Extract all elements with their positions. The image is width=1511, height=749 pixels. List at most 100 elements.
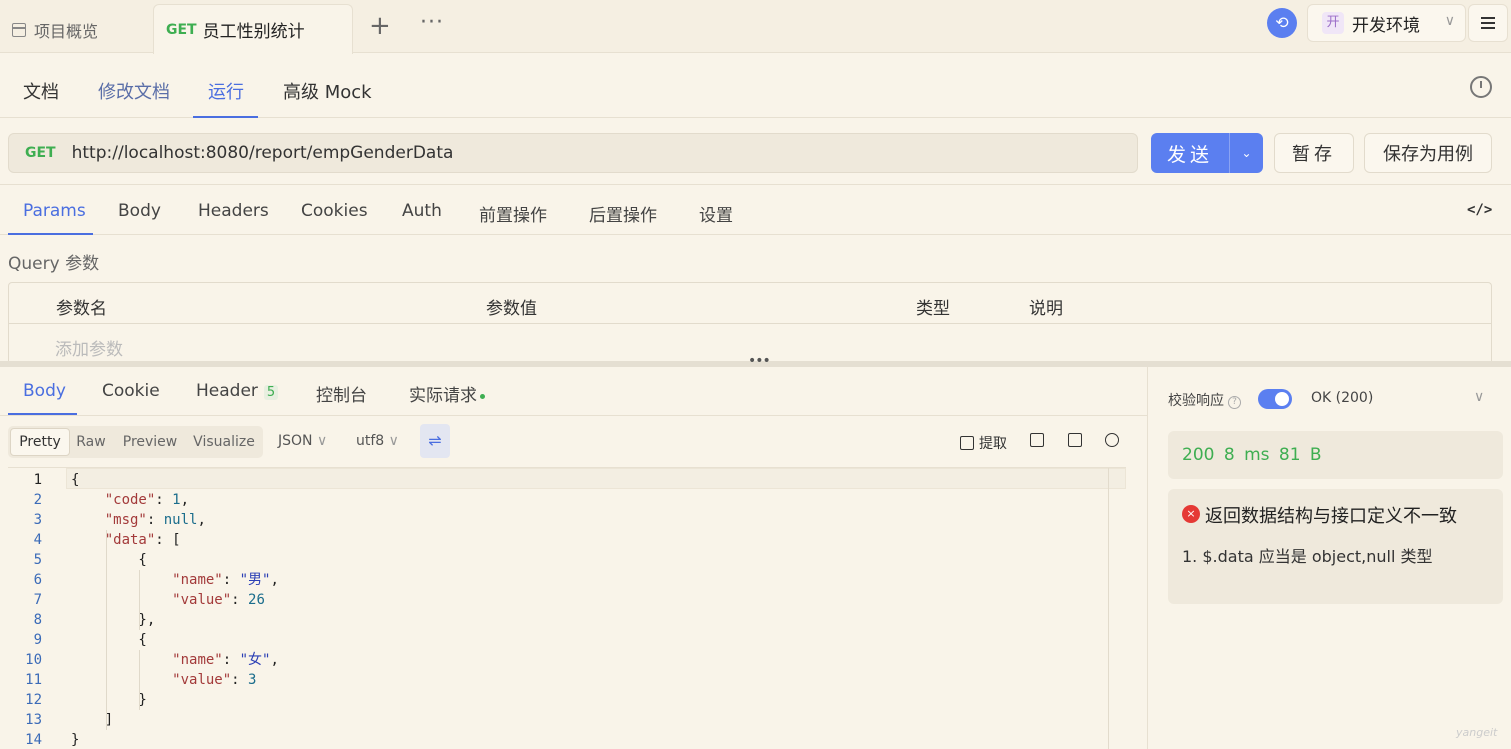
tab-employee-gender-stats[interactable]: GET 员工性别统计	[153, 4, 353, 54]
code-line: 13 ]	[8, 710, 1108, 730]
code-line: 2 "code": 1,	[8, 490, 1108, 510]
sync-icon[interactable]: ⟲	[1267, 8, 1297, 38]
tab-project-overview[interactable]: 项目概览	[12, 18, 98, 42]
tab-auth[interactable]: Auth	[402, 201, 442, 221]
extract-button-label: 提取	[979, 436, 1007, 452]
word-wrap-icon[interactable]: ⇌	[420, 424, 450, 458]
code-text: {	[71, 472, 80, 488]
layout-icon	[12, 23, 26, 37]
format-select[interactable]: JSON ∨	[278, 433, 327, 449]
chevron-down-icon[interactable]: ∨	[1474, 389, 1484, 405]
add-param-input[interactable]: 添加参数	[55, 335, 123, 360]
search-icon[interactable]	[1105, 433, 1124, 449]
line-number: 5	[33, 552, 42, 568]
hamburger-menu-button[interactable]	[1468, 4, 1508, 42]
query-params-label: Query 参数	[8, 254, 100, 274]
line-number: 7	[33, 592, 42, 608]
tab-body[interactable]: Body	[118, 201, 161, 221]
url-input[interactable]: GET http://localhost:8080/report/empGend…	[8, 133, 1138, 173]
tab-project-overview-label: 项目概览	[34, 22, 99, 41]
code-line: 7 "value": 26	[8, 590, 1108, 610]
more-tabs-button[interactable]: ···	[420, 10, 444, 35]
send-button-label[interactable]: 发送	[1151, 140, 1229, 167]
watermark: yangeit	[1456, 726, 1498, 739]
indent-guide	[139, 650, 140, 710]
copy-icon[interactable]	[1068, 433, 1087, 449]
response-code-viewer[interactable]: 1{2 "code": 1, 3 "msg": null, 4 "data": [5…	[8, 467, 1126, 749]
tab-headers[interactable]: Headers	[198, 201, 269, 221]
new-tab-button[interactable]: +	[369, 13, 391, 39]
code-text: }	[71, 692, 147, 708]
validate-response-label: 校验响应?	[1168, 390, 1241, 410]
tab-run[interactable]: 运行	[208, 78, 244, 104]
code-line: 9 {	[8, 630, 1108, 650]
temp-save-button[interactable]: 暂存	[1274, 133, 1354, 173]
code-text: }	[71, 732, 80, 748]
code-icon[interactable]: </>	[1467, 202, 1492, 218]
chevron-down-icon: ∨	[1444, 13, 1455, 29]
code-text: },	[71, 612, 156, 628]
code-line: 14}	[8, 730, 1108, 749]
encoding-select[interactable]: utf8 ∨	[356, 433, 399, 449]
code-text: "name": "女",	[172, 652, 279, 668]
code-text: "msg": null,	[104, 512, 206, 528]
help-icon[interactable]: ?	[1228, 396, 1241, 409]
tab-post-script[interactable]: 后置操作	[589, 201, 657, 226]
code-line: 1{	[8, 470, 1108, 490]
tab-edit-doc[interactable]: 修改文档	[98, 78, 170, 104]
tab-method-badge: GET	[166, 21, 197, 38]
column-type: 类型	[916, 299, 950, 319]
response-stats: 200 8 ms 81 B	[1168, 431, 1503, 479]
view-preview[interactable]: Preview	[118, 428, 182, 456]
request-method[interactable]: GET	[25, 145, 56, 161]
error-title: 返回数据结构与接口定义不一致	[1205, 506, 1457, 527]
view-raw[interactable]: Raw	[72, 428, 110, 456]
tab-pre-script[interactable]: 前置操作	[479, 201, 547, 226]
indent-guide	[139, 570, 140, 630]
active-tab-indicator	[8, 413, 77, 415]
line-number: 2	[33, 492, 42, 508]
tab-params[interactable]: Params	[23, 201, 86, 221]
chevron-down-icon[interactable]: ⌄	[1230, 146, 1263, 160]
tab-title: 员工性别统计	[202, 22, 305, 42]
validate-response-toggle[interactable]	[1258, 389, 1292, 409]
code-text: "value": 26	[172, 592, 265, 608]
tab-console[interactable]: 控制台	[316, 381, 367, 406]
code-line: 11 "value": 3	[8, 670, 1108, 690]
table-header: 参数名 参数值 类型 说明	[9, 283, 1491, 324]
view-visualize[interactable]: Visualize	[190, 428, 258, 456]
history-icon[interactable]	[1470, 76, 1492, 98]
tab-advanced-mock[interactable]: 高级 Mock	[283, 78, 372, 104]
send-button[interactable]: 发送 ⌄	[1151, 133, 1263, 173]
tab-response-cookie[interactable]: Cookie	[102, 381, 160, 401]
column-param-value: 参数值	[486, 299, 537, 319]
active-tab-indicator	[193, 116, 258, 118]
vertical-scrollbar[interactable]	[1108, 468, 1126, 749]
format-select-label: JSON	[278, 433, 313, 449]
line-number: 11	[25, 672, 42, 688]
tab-cookies[interactable]: Cookies	[301, 201, 368, 221]
view-pretty[interactable]: Pretty	[10, 428, 70, 456]
chevron-down-icon: ∨	[316, 433, 328, 449]
code-text: "code": 1,	[104, 492, 190, 508]
validation-panel: 校验响应? OK (200) ∨ 200 8 ms 81 B × 返回数据结构与…	[1147, 367, 1511, 749]
tab-actual-request[interactable]: 实际请求	[409, 381, 485, 406]
line-number: 14	[25, 732, 42, 748]
tab-response-body[interactable]: Body	[23, 381, 66, 401]
header-count-badge: 5	[263, 385, 279, 400]
tab-actual-request-label: 实际请求	[409, 386, 477, 406]
extract-button[interactable]: 提取	[960, 433, 1007, 453]
environment-badge: 开	[1322, 12, 1344, 34]
request-url[interactable]: http://localhost:8080/report/empGenderDa…	[72, 143, 454, 163]
validate-response-text: 校验响应	[1168, 393, 1224, 409]
tab-response-header[interactable]: Header 5	[196, 381, 279, 401]
code-text: "value": 3	[172, 672, 257, 688]
tab-doc[interactable]: 文档	[23, 78, 59, 104]
code-text: "data": [	[104, 532, 181, 548]
save-as-case-button[interactable]: 保存为用例	[1364, 133, 1492, 173]
download-icon[interactable]	[1030, 433, 1049, 449]
environment-name: 开发环境	[1352, 15, 1420, 36]
environment-select[interactable]: 开 开发环境 ∨	[1307, 4, 1466, 42]
query-params-table: 参数名 参数值 类型 说明 添加参数	[8, 282, 1492, 362]
tab-settings[interactable]: 设置	[699, 201, 733, 226]
